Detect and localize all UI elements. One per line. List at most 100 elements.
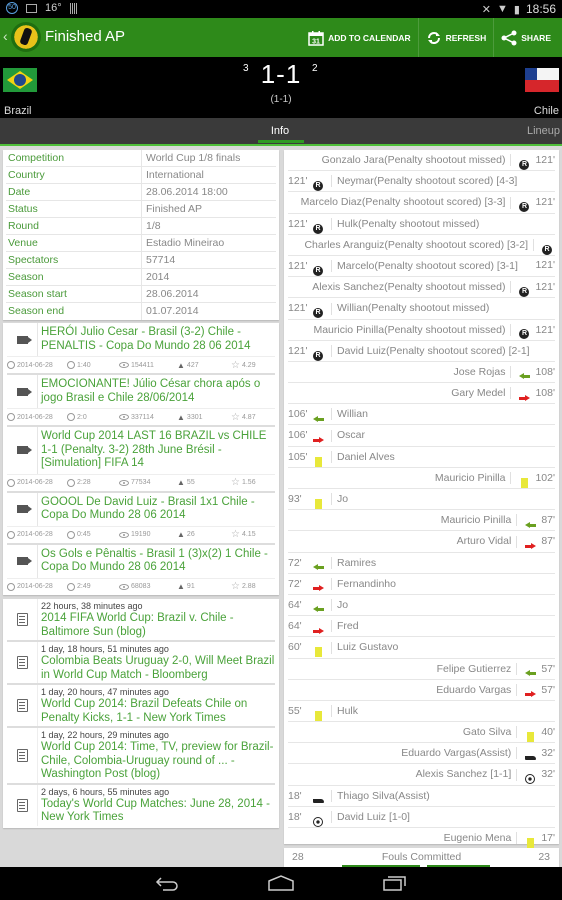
event-row: 18' David Luiz [1-0] <box>288 807 555 828</box>
event-icon-wrap <box>310 345 326 366</box>
video-rating: ☆ 2.88 <box>231 581 256 592</box>
event-row: Marcelo Diaz(Penalty shootout scored) [3… <box>288 192 555 217</box>
event-row: Mauricio Pinilla 87' <box>288 510 555 532</box>
event-row: Alexis Sanchez(Penalty shootout missed) 1… <box>288 277 555 302</box>
event-minute: 57' <box>541 683 555 696</box>
news-body: 1 day, 18 hours, 51 minutes ago Colombia … <box>37 642 275 683</box>
event-icon-wrap <box>516 324 532 344</box>
event-icon-wrap <box>310 494 326 509</box>
event-minute: 93' <box>288 493 302 505</box>
thumbs-up-icon: ▲ <box>177 412 185 422</box>
video-likes-text: 55 <box>186 479 195 486</box>
video-rating-text: 4.15 <box>241 531 256 538</box>
halftime-score: (1-1) <box>270 94 292 105</box>
news-item[interactable]: 1 day, 18 hours, 51 minutes ago Colombia … <box>7 642 275 685</box>
video-header: EMOCIONANTE! Júlio César chora após o jo… <box>7 375 275 408</box>
away-penalty-score: 2 <box>312 63 318 74</box>
news-title-link[interactable]: World Cup 2014: Brazil Defeats Chile on … <box>41 698 275 726</box>
event-row: Eugenio Mena 17' <box>288 828 555 850</box>
info-row: Date 28.06.2014 18:00 <box>6 184 276 201</box>
info-value: 1/8 <box>146 220 161 232</box>
app-logo[interactable] <box>11 22 41 52</box>
video-item[interactable]: Os Gols e Pênaltis - Brasil 1 (3)x(2) 1 … <box>7 544 275 595</box>
wifi-icon: ▼ <box>497 3 508 15</box>
info-key: Season start <box>6 286 142 302</box>
video-item[interactable]: GOOOL De David Luiz - Brasil 1x1 Chile -… <box>7 492 275 545</box>
news-title-link[interactable]: 2014 FIFA World Cup: Brazil v. Chile - B… <box>41 612 275 640</box>
event-row: Eduardo Vargas(Assist) 32' <box>288 743 555 765</box>
video-title-link[interactable]: HERÓI Julio Cesar - Brasil (3-2) Chile -… <box>37 323 275 356</box>
video-item[interactable]: EMOCIONANTE! Júlio César chora após o jo… <box>7 375 275 427</box>
refresh-button[interactable]: REFRESH <box>417 18 494 57</box>
event-icon-wrap <box>516 155 532 175</box>
event-icon-wrap <box>310 621 326 635</box>
goal-ball-icon <box>313 816 323 827</box>
event-icon-wrap <box>310 642 326 658</box>
video-date: 2014-06-28 <box>7 413 67 421</box>
share-button[interactable]: SHARE <box>493 18 558 57</box>
info-row: Venue Estadio Mineirao <box>6 235 276 252</box>
video-item[interactable]: HERÓI Julio Cesar - Brasil (3-2) Chile -… <box>7 323 275 375</box>
video-rating: ☆ 1.56 <box>231 477 256 488</box>
event-icon-wrap <box>522 727 538 742</box>
back-chevron-icon[interactable]: ‹ <box>3 28 8 44</box>
substitution-out-icon <box>312 585 324 592</box>
event-divider <box>510 281 512 294</box>
event-row: Mauricio Pinilla 102' <box>288 468 555 489</box>
video-rating-text: 2.88 <box>241 583 256 590</box>
event-row: 64' Jo <box>288 595 555 617</box>
away-team-name: Chile <box>533 105 559 117</box>
news-item[interactable]: 2 days, 6 hours, 55 minutes ago Today's W… <box>7 784 275 826</box>
tab-info[interactable]: Info <box>256 125 304 137</box>
event-text: Felipe Gutierrez <box>436 662 512 675</box>
scoreboard: Brazil Chile 3 1-1 2 (1-1) <box>0 57 562 118</box>
event-text: Daniel Alves <box>337 450 395 463</box>
event-minute: 60' <box>288 641 302 654</box>
event-row: Felipe Gutierrez 57' <box>288 659 555 680</box>
news-title-link[interactable]: Today's World Cup Matches: June 28, 2014… <box>41 798 275 826</box>
share-label: SHARE <box>521 32 551 43</box>
refresh-icon <box>427 31 440 44</box>
news-item[interactable]: 1 day, 22 hours, 29 minutes ago World Cup… <box>7 728 275 785</box>
info-key: Status <box>6 201 142 217</box>
event-text: Gary Medel <box>451 387 506 400</box>
video-title-link[interactable]: EMOCIONANTE! Júlio César chora após o jo… <box>37 375 275 408</box>
video-likes: ▲ 26 <box>177 530 231 539</box>
video-item[interactable]: World Cup 2014 LAST 16 BRAZIL vs CHILE 1… <box>7 427 275 493</box>
substitution-out-icon <box>312 627 324 635</box>
news-item[interactable]: 22 hours, 38 minutes ago 2014 FIFA World … <box>7 599 275 642</box>
event-icon-wrap <box>522 536 538 549</box>
video-title-link[interactable]: World Cup 2014 LAST 16 BRAZIL vs CHILE 1… <box>37 427 275 474</box>
info-value: 01.07.2014 <box>146 305 199 317</box>
home-team-name: Brazil <box>4 105 32 117</box>
event-icon-wrap <box>310 303 326 323</box>
event-icon-wrap <box>539 239 555 260</box>
news-time: 2 days, 6 hours, 55 minutes ago <box>41 786 170 797</box>
add-to-calendar-button[interactable]: 31 ADD TO CALENDAR <box>301 18 417 57</box>
event-minute: 121' <box>288 175 308 188</box>
recent-apps-icon[interactable] <box>383 875 407 891</box>
news-title-link[interactable]: World Cup 2014: Time, TV, preview for Br… <box>41 741 275 783</box>
battery-icon: ▮ <box>513 3 520 16</box>
event-minute: 87' <box>541 514 555 527</box>
event-divider <box>331 260 332 273</box>
article-icon <box>16 656 28 669</box>
event-minute: 121' <box>535 281 555 294</box>
news-item[interactable]: 1 day, 20 hours, 47 minutes ago World Cup… <box>7 685 275 728</box>
home-icon[interactable] <box>268 875 294 891</box>
video-title-link[interactable]: GOOOL De David Luiz - Brasil 1x1 Chile -… <box>37 492 275 526</box>
video-title-link[interactable]: Os Gols e Pênaltis - Brasil 1 (3)x(2) 1 … <box>37 544 275 578</box>
event-divider <box>331 175 332 188</box>
event-icon-wrap <box>310 790 326 803</box>
event-icon-wrap <box>310 578 326 592</box>
event-divider <box>510 323 512 336</box>
clock-icon <box>67 582 75 591</box>
info-key: Date <box>6 184 142 200</box>
video-duration-text: 1:40 <box>77 361 91 369</box>
tab-lineup[interactable]: Lineup <box>527 125 560 137</box>
substitution-in-icon <box>524 521 536 529</box>
penalty-icon <box>519 197 530 217</box>
event-icon-wrap <box>310 261 326 281</box>
back-icon[interactable] <box>155 875 179 891</box>
news-title-link[interactable]: Colombia Beats Uruguay 2-0, Will Meet Br… <box>41 655 275 683</box>
